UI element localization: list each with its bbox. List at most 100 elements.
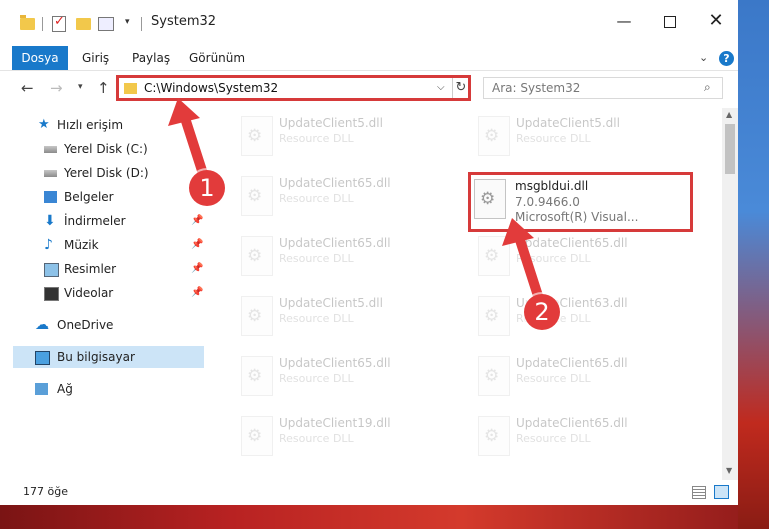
dll-file-icon — [241, 296, 273, 336]
sidebar-item-label: Belgeler — [64, 190, 114, 204]
file-explorer-window: ✓ ▾ System32 — ✕ Dosya Giriş Paylaş Görü… — [0, 0, 738, 505]
list-item[interactable]: UpdateClient5.dll Resource DLL — [231, 108, 456, 162]
customize-toolbar-chevron-icon[interactable]: ▾ — [125, 17, 130, 33]
cloud-icon: ☁ — [35, 317, 49, 333]
scroll-down-icon[interactable]: ▼ — [726, 466, 732, 475]
dll-file-icon — [241, 416, 273, 456]
folder-icon — [20, 15, 35, 30]
pin-icon[interactable]: 📌 — [191, 282, 203, 304]
close-button[interactable]: ✕ — [693, 10, 739, 34]
dll-file-icon — [478, 236, 510, 276]
sidebar-item-label: OneDrive — [57, 318, 114, 332]
file-name: msgbldui.dll — [515, 179, 589, 193]
sidebar-item-music[interactable]: ♪ Müzik 📌 — [13, 234, 204, 256]
details-view-icon[interactable] — [692, 486, 706, 499]
file-name: UpdateClient65.dll — [279, 176, 391, 190]
sidebar-item-videos[interactable]: Videolar 📌 — [13, 282, 204, 304]
scroll-up-icon[interactable]: ▲ — [726, 110, 732, 119]
file-name: UpdateClient5.dll — [516, 116, 620, 130]
sidebar-item-documents[interactable]: Belgeler — [13, 186, 204, 208]
sidebar-item-pictures[interactable]: Resimler 📌 — [13, 258, 204, 280]
pin-icon[interactable]: 📌 — [191, 234, 203, 256]
file-name: UpdateClient65.dll — [516, 356, 628, 370]
folder-icon — [124, 83, 137, 94]
list-item[interactable]: UpdateClient65.dll Resource DLL — [468, 348, 693, 402]
file-description: Resource DLL — [279, 192, 354, 205]
tab-share[interactable]: Paylaş — [132, 46, 170, 70]
file-list: UpdateClient5.dll Resource DLL UpdateCli… — [210, 108, 722, 480]
file-version: 7.0.9466.0 — [515, 195, 580, 209]
status-bar: 177 öğe — [0, 480, 738, 505]
file-description: Resource DLL — [516, 372, 591, 385]
sidebar-item-quick-access[interactable]: ★ Hızlı erişim — [13, 114, 204, 136]
search-input[interactable]: Ara: System32 — [492, 81, 580, 95]
address-path[interactable]: C:\Windows\System32 — [144, 81, 278, 95]
back-button[interactable]: ← — [21, 79, 34, 97]
window-title: System32 — [151, 14, 217, 29]
sidebar-item-label: Ağ — [57, 382, 73, 396]
sidebar-item-this-pc[interactable]: Bu bilgisayar — [13, 346, 204, 368]
sidebar-item-local-disk-c[interactable]: Yerel Disk (C:) — [13, 138, 204, 160]
list-item[interactable]: UpdateClient65.dll Resource DLL — [231, 228, 456, 282]
sidebar-item-local-disk-d[interactable]: Yerel Disk (D:) — [13, 162, 204, 184]
dll-file-icon — [474, 179, 506, 219]
sidebar-item-label: Yerel Disk (D:) — [64, 166, 149, 180]
dll-file-icon — [241, 116, 273, 156]
pin-icon[interactable]: 📌 — [191, 210, 203, 232]
dll-file-icon — [478, 116, 510, 156]
pin-icon[interactable]: 📌 — [191, 258, 203, 280]
address-bar[interactable]: C:\Windows\System32 ⌵ ↻ — [116, 75, 471, 101]
sidebar-item-label: İndirmeler — [64, 214, 126, 228]
help-icon[interactable]: ? — [719, 51, 734, 66]
highlighted-file-msgbldui[interactable]: msgbldui.dll 7.0.9466.0 Microsoft(R) Vis… — [468, 172, 693, 232]
file-description: Resource DLL — [279, 132, 354, 145]
minimize-button[interactable]: — — [601, 10, 647, 34]
file-description: Resource DLL — [279, 312, 354, 325]
forward-button[interactable]: → — [50, 79, 63, 97]
list-item[interactable]: UpdateClient65.dll Resource DLL — [468, 408, 693, 462]
recent-locations-chevron-icon[interactable]: ▾ — [78, 82, 83, 92]
sidebar-item-label: Videolar — [64, 286, 114, 300]
list-item[interactable]: UpdateClient65.dll Resource DLL — [231, 168, 456, 222]
sidebar-item-network[interactable]: Ağ — [13, 378, 204, 400]
file-company: Microsoft(R) Visual... — [515, 210, 639, 224]
dll-file-icon — [478, 296, 510, 336]
desktop-background-right — [738, 0, 769, 529]
tab-view[interactable]: Görünüm — [189, 46, 245, 70]
file-description: Resource DLL — [516, 432, 591, 445]
address-dropdown-chevron-icon[interactable]: ⌵ — [437, 82, 445, 93]
scrollbar-thumb[interactable] — [725, 124, 735, 174]
dll-file-icon — [478, 416, 510, 456]
dll-file-icon — [241, 356, 273, 396]
list-item[interactable]: UpdateClient5.dll Resource DLL — [231, 288, 456, 342]
step-2-badge: 2 — [524, 294, 560, 330]
tab-file[interactable]: Dosya — [12, 46, 68, 70]
list-item[interactable]: UpdateClient5.dll Resource DLL — [468, 108, 693, 162]
refresh-button[interactable]: ↻ — [452, 78, 469, 98]
new-folder-icon[interactable] — [76, 18, 91, 30]
expand-ribbon-chevron-icon[interactable]: ⌄ — [699, 51, 708, 64]
list-item[interactable]: UpdateClient65.dll Resource DLL — [231, 348, 456, 402]
list-item[interactable]: UpdateClient19.dll Resource DLL — [231, 408, 456, 462]
sidebar-item-onedrive[interactable]: ☁ OneDrive — [13, 314, 204, 336]
navigation-pane: ★ Hızlı erişim Yerel Disk (C:) Yerel Dis… — [0, 108, 210, 480]
vertical-scrollbar[interactable]: ▲ ▼ — [722, 108, 738, 480]
rename-icon[interactable] — [98, 17, 114, 31]
properties-check-icon[interactable]: ✓ — [52, 14, 66, 32]
up-button[interactable]: ↑ — [97, 79, 110, 97]
sidebar-item-label: Resimler — [64, 262, 117, 276]
search-icon: ⌕ — [704, 80, 711, 94]
file-description: Resource DLL — [279, 432, 354, 445]
file-name: UpdateClient19.dll — [279, 416, 391, 430]
large-icons-view-icon[interactable] — [714, 485, 729, 499]
search-box[interactable]: Ara: System32 ⌕ — [483, 77, 723, 99]
title-bar: ✓ ▾ System32 — ✕ — [0, 0, 738, 42]
tab-home[interactable]: Giriş — [82, 46, 109, 70]
sidebar-item-label: Müzik — [64, 238, 99, 252]
list-item[interactable]: UpdateClient65.dll Resource DLL — [468, 228, 693, 282]
sidebar-item-downloads[interactable]: ⬇ İndirmeler 📌 — [13, 210, 204, 232]
maximize-button[interactable] — [647, 10, 693, 34]
list-item[interactable]: UpdateClient63.dll Resource DLL — [468, 288, 693, 342]
drive-icon — [44, 170, 57, 177]
navigation-bar: ← → ▾ ↑ C:\Windows\System32 ⌵ ↻ Ara: Sys… — [0, 72, 738, 104]
